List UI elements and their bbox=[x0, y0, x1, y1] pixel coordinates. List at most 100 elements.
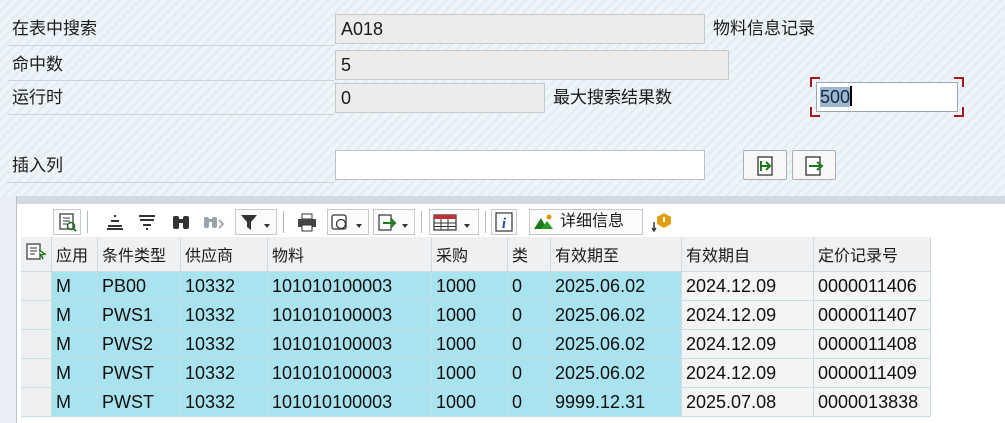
views-button[interactable] bbox=[327, 209, 369, 235]
cell-app[interactable]: M bbox=[51, 387, 98, 417]
details-button[interactable] bbox=[53, 209, 81, 235]
cell-valid-to[interactable]: 9999.12.31 bbox=[550, 387, 682, 417]
sort-descending-button[interactable] bbox=[133, 209, 161, 235]
cell-category[interactable]: 0 bbox=[507, 387, 551, 417]
row-selector[interactable] bbox=[21, 329, 52, 359]
col-header-valid-from[interactable]: 有效期自 bbox=[681, 237, 814, 272]
cell-category[interactable]: 0 bbox=[507, 300, 551, 330]
cell-condition-record-no[interactable]: 0000011406 bbox=[813, 271, 931, 301]
insert-column-before-icon bbox=[757, 156, 773, 176]
insert-column-label: 插入列 bbox=[12, 156, 63, 176]
max-results-label: 最大搜索结果数 bbox=[553, 88, 672, 108]
cell-app[interactable]: M bbox=[51, 358, 98, 388]
cell-condition-type[interactable]: PWS1 bbox=[97, 300, 181, 330]
cell-supplier[interactable]: 10332 bbox=[180, 387, 268, 417]
find-next-icon bbox=[204, 217, 225, 229]
select-all-cell[interactable] bbox=[21, 237, 52, 272]
print-button[interactable] bbox=[293, 209, 321, 235]
hits-field: 5 bbox=[335, 50, 729, 80]
cell-condition-record-no[interactable]: 0000011407 bbox=[813, 300, 931, 330]
max-results-input[interactable]: 500 bbox=[816, 82, 958, 112]
cell-valid-from[interactable]: 2024.12.09 bbox=[681, 329, 814, 359]
info-button[interactable]: i bbox=[491, 209, 517, 235]
layout-icon bbox=[433, 214, 470, 231]
row-separator bbox=[8, 80, 334, 81]
table-row[interactable]: M PB00 10332 101010100003 1000 0 2025.06… bbox=[21, 271, 931, 301]
cell-purchasing[interactable]: 1000 bbox=[431, 300, 508, 330]
insert-column-before-button[interactable] bbox=[743, 150, 787, 180]
max-results-value: 500 bbox=[820, 87, 851, 107]
text-caret bbox=[850, 86, 853, 106]
col-header-material[interactable]: 物料 bbox=[267, 237, 432, 272]
cell-category[interactable]: 0 bbox=[507, 358, 551, 388]
views-icon bbox=[331, 214, 362, 230]
cell-valid-to[interactable]: 2025.06.02 bbox=[550, 358, 682, 388]
cell-purchasing[interactable]: 1000 bbox=[431, 358, 508, 388]
cell-valid-to[interactable]: 2025.06.02 bbox=[550, 271, 682, 301]
find-button[interactable] bbox=[167, 209, 195, 235]
cell-valid-to[interactable]: 2025.06.02 bbox=[550, 300, 682, 330]
table-row[interactable]: M PWS2 10332 101010100003 1000 0 2025.06… bbox=[21, 329, 931, 359]
filter-button[interactable] bbox=[235, 209, 277, 235]
cell-material[interactable]: 101010100003 bbox=[267, 329, 432, 359]
row-selector[interactable] bbox=[21, 300, 52, 330]
layout-button[interactable] bbox=[429, 209, 479, 235]
col-header-app[interactable]: 应用 bbox=[51, 237, 98, 272]
insert-column-after-button[interactable] bbox=[792, 150, 836, 180]
cell-supplier[interactable]: 10332 bbox=[180, 329, 268, 359]
sort-ascending-icon bbox=[107, 215, 123, 230]
toolbar-separator bbox=[421, 211, 422, 233]
cell-condition-type[interactable]: PWS2 bbox=[97, 329, 181, 359]
cell-app[interactable]: M bbox=[51, 271, 98, 301]
row-separator bbox=[8, 45, 334, 46]
row-selector[interactable] bbox=[21, 358, 52, 388]
detail-info-button[interactable]: 详细信息 bbox=[529, 209, 643, 235]
cell-condition-record-no[interactable]: 0000011408 bbox=[813, 329, 931, 359]
cell-valid-from[interactable]: 2024.12.09 bbox=[681, 300, 814, 330]
filter-icon bbox=[241, 215, 270, 230]
toolbar-separator bbox=[87, 211, 88, 233]
cell-category[interactable]: 0 bbox=[507, 271, 551, 301]
table-row[interactable]: M PWS1 10332 101010100003 1000 0 2025.06… bbox=[21, 300, 931, 330]
cell-supplier[interactable]: 10332 bbox=[180, 300, 268, 330]
cell-app[interactable]: M bbox=[51, 300, 98, 330]
abc-analysis-button[interactable] bbox=[647, 209, 677, 235]
cell-valid-from[interactable]: 2025.07.08 bbox=[681, 387, 814, 417]
sort-ascending-button[interactable] bbox=[101, 209, 129, 235]
col-header-valid-to[interactable]: 有效期至 bbox=[550, 237, 682, 272]
cell-category[interactable]: 0 bbox=[507, 329, 551, 359]
cell-condition-record-no[interactable]: 0000013838 bbox=[813, 387, 931, 417]
table-row[interactable]: M PWST 10332 101010100003 1000 0 9999.12… bbox=[21, 387, 931, 417]
cell-valid-to[interactable]: 2025.06.02 bbox=[550, 329, 682, 359]
col-header-category[interactable]: 类 bbox=[507, 237, 551, 272]
cell-material[interactable]: 101010100003 bbox=[267, 300, 432, 330]
insert-column-input[interactable] bbox=[335, 150, 705, 180]
cell-app[interactable]: M bbox=[51, 329, 98, 359]
find-next-button[interactable] bbox=[199, 209, 227, 235]
cell-condition-type[interactable]: PB00 bbox=[97, 271, 181, 301]
cell-supplier[interactable]: 10332 bbox=[180, 358, 268, 388]
table-row[interactable]: M PWST 10332 101010100003 1000 0 2025.06… bbox=[21, 358, 931, 388]
cell-condition-record-no[interactable]: 0000011409 bbox=[813, 358, 931, 388]
toolbar-separator bbox=[485, 211, 486, 233]
cell-material[interactable]: 101010100003 bbox=[267, 271, 432, 301]
cell-purchasing[interactable]: 1000 bbox=[431, 271, 508, 301]
cell-supplier[interactable]: 10332 bbox=[180, 271, 268, 301]
cell-valid-from[interactable]: 2024.12.09 bbox=[681, 271, 814, 301]
cell-condition-type[interactable]: PWST bbox=[97, 358, 181, 388]
cell-material[interactable]: 101010100003 bbox=[267, 358, 432, 388]
runtime-field: 0 bbox=[335, 83, 545, 113]
col-header-condition-record-no[interactable]: 定价记录号 bbox=[813, 237, 931, 272]
col-header-condition-type[interactable]: 条件类型 bbox=[97, 237, 181, 272]
row-selector[interactable] bbox=[21, 271, 52, 301]
cell-purchasing[interactable]: 1000 bbox=[431, 329, 508, 359]
row-selector[interactable] bbox=[21, 387, 52, 417]
search-in-table-label: 在表中搜索 bbox=[12, 19, 97, 39]
export-button[interactable] bbox=[373, 209, 415, 235]
cell-valid-from[interactable]: 2024.12.09 bbox=[681, 358, 814, 388]
col-header-purchasing[interactable]: 采购 bbox=[431, 237, 508, 272]
col-header-supplier[interactable]: 供应商 bbox=[180, 237, 268, 272]
cell-material[interactable]: 101010100003 bbox=[267, 387, 432, 417]
cell-condition-type[interactable]: PWST bbox=[97, 387, 181, 417]
cell-purchasing[interactable]: 1000 bbox=[431, 387, 508, 417]
